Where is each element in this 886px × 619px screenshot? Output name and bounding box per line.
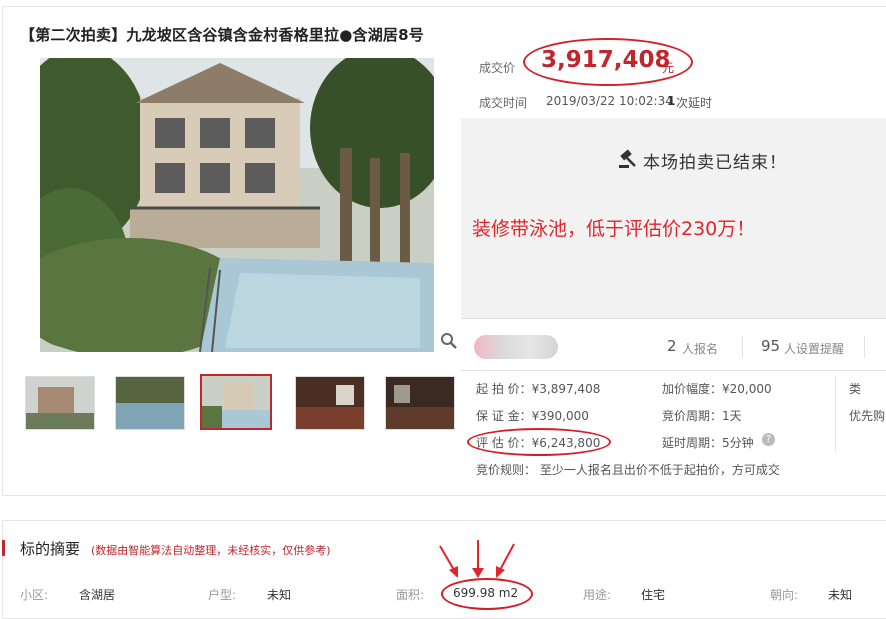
priority-label: 优先购 (849, 409, 886, 423)
summary-accent-bar (2, 540, 5, 556)
signup-count: 2 (667, 337, 677, 355)
delay-cycle: 延时周期：5分钟 (662, 436, 754, 450)
listing-title: 【第二次拍卖】九龙坡区含谷镇含金村香格里拉●含湖居8号 (20, 26, 424, 44)
main-photo[interactable] (40, 58, 434, 352)
price-highlight-oval (523, 38, 693, 86)
layout-value: 未知 (267, 588, 292, 602)
avatar (474, 335, 558, 359)
magnifier-icon[interactable] (440, 332, 458, 350)
auction-ended-text: 本场拍卖已结束！ (643, 153, 787, 173)
thumbnail-1[interactable] (25, 376, 95, 430)
thumbnail-5[interactable] (385, 376, 455, 430)
community-value: 含湖居 (79, 588, 116, 602)
promo-annotation: 装修带泳池，低于评估价230万！ (472, 218, 756, 240)
delay-count: 1 (667, 94, 676, 108)
orientation-value: 未知 (828, 588, 853, 602)
deposit: 保 证 金：¥390,000 (476, 409, 589, 423)
bid-rule: 竞价规则： 至少一人报名且出价不低于起拍价，方可成交 (476, 463, 780, 477)
signup-label: 人报名 (682, 342, 719, 356)
layout-label: 户型: (208, 588, 237, 602)
time-label: 成交时间 (479, 96, 528, 110)
usage-value: 住宅 (641, 588, 666, 602)
price-label: 成交价 (479, 61, 516, 75)
summary-note: (数据由智能算法自动整理，未经核实，仅供参考) (91, 544, 331, 557)
community-label: 小区: (20, 588, 49, 602)
stats-divider-1 (742, 336, 743, 358)
bid-cycle: 竞价周期：1天 (662, 409, 742, 423)
thumbnail-4[interactable] (295, 376, 365, 430)
thumbnail-2[interactable] (115, 376, 185, 430)
stats-top-divider (461, 318, 886, 319)
detail-divider (835, 376, 836, 452)
appraisal-highlight-oval (467, 428, 611, 456)
deal-time: 2019/03/22 10:02:34 (546, 94, 673, 108)
start-price: 起 拍 价：¥3,897,408 (476, 382, 601, 396)
stats-divider-2 (864, 336, 865, 358)
area-label: 面积: (396, 588, 425, 602)
help-icon[interactable]: ? (762, 433, 775, 446)
orientation-label: 朝向: (770, 588, 799, 602)
delay-suffix: 次延时 (676, 96, 713, 110)
thumbnail-3-selected[interactable] (200, 374, 272, 430)
usage-label: 用途: (583, 588, 612, 602)
price-increment: 加价幅度：¥20,000 (662, 382, 772, 396)
type-label: 类 (849, 382, 862, 396)
reminder-label: 人设置提醒 (784, 342, 845, 356)
summary-heading: 标的摘要 (20, 540, 81, 558)
area-highlight-oval (441, 578, 533, 610)
reminder-count: 95 (761, 337, 781, 355)
stats-bottom-divider (461, 370, 886, 371)
gavel-icon (618, 149, 640, 173)
